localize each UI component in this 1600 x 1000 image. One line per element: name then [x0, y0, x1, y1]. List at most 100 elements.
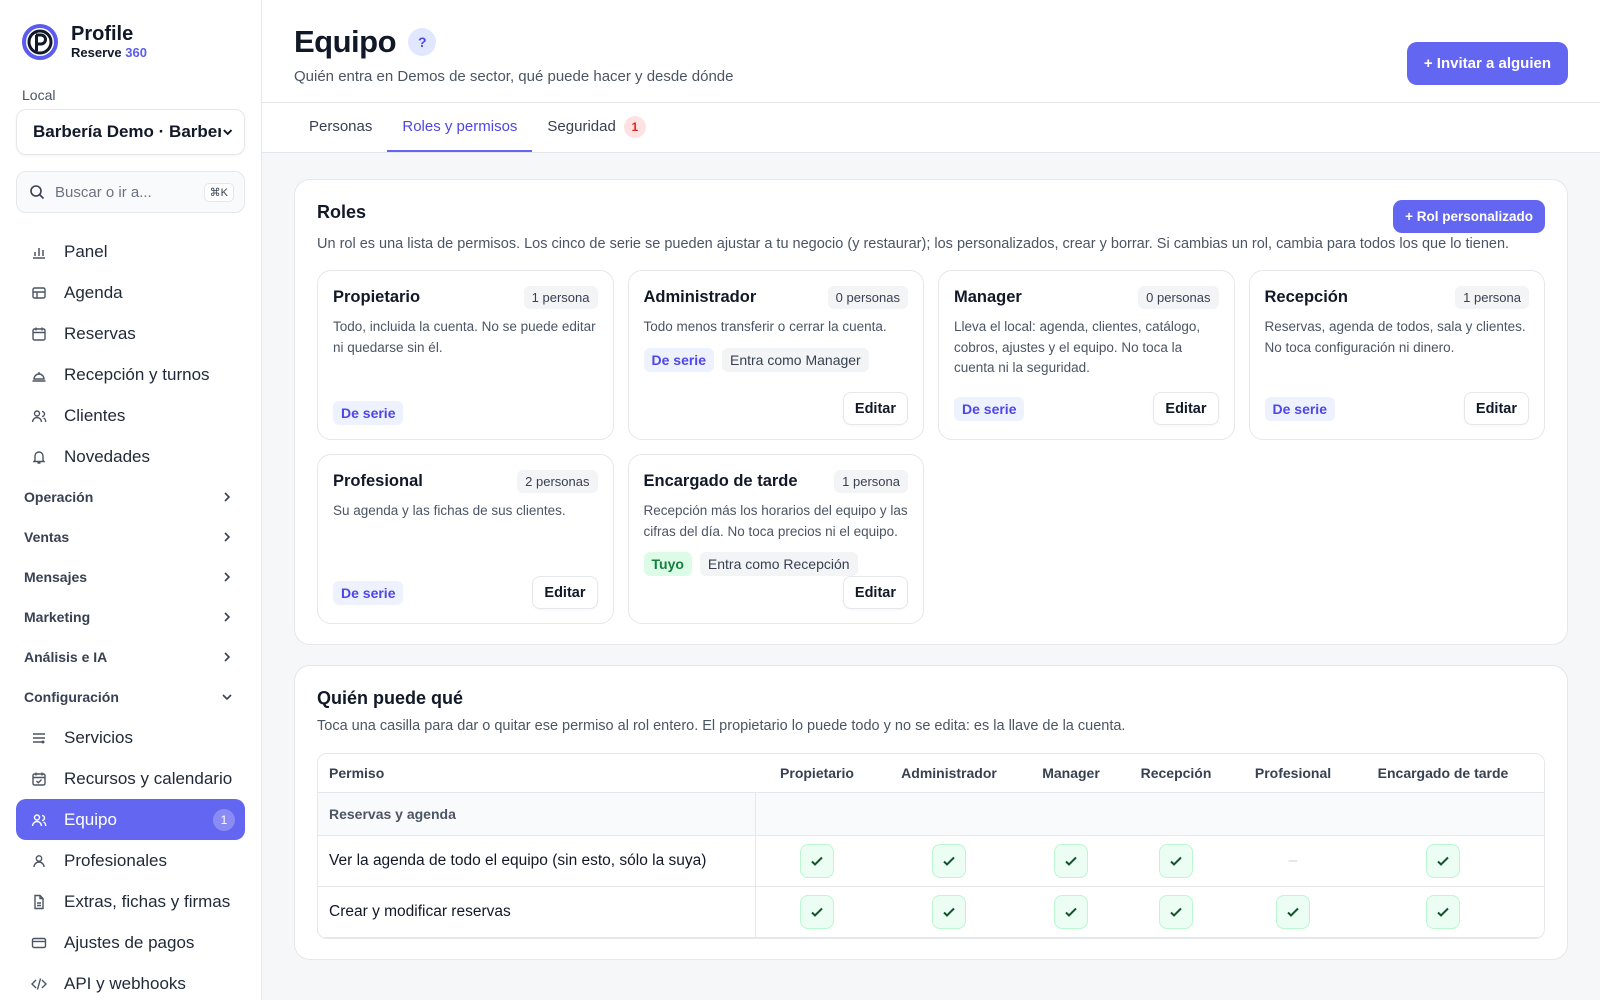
sidebar-item-clientes[interactable]: Clientes: [16, 395, 245, 436]
edit-role-button[interactable]: Editar: [842, 392, 908, 425]
check-icon: [1437, 907, 1449, 917]
sidebar-item-panel[interactable]: Panel: [16, 231, 245, 272]
permission-cell-administrador: [878, 887, 1020, 937]
tab-seguridad[interactable]: Seguridad 1: [532, 103, 660, 152]
sidebar-group-marketing[interactable]: Marketing: [16, 597, 245, 637]
sidebar-group-mensajes[interactable]: Mensajes: [16, 557, 245, 597]
column-header: Recepción: [1140, 765, 1212, 781]
role-count: 0 personas: [827, 286, 908, 309]
permission-checkbox[interactable]: [1054, 844, 1088, 878]
role-tags: Tuyo Entra como Recepción: [643, 552, 909, 576]
roles-grid: Propietario 1 persona Todo, incluida la c…: [317, 270, 1545, 624]
role-tag-enters-as: Entra como Recepción: [699, 552, 858, 576]
permission-cell-administrador: [878, 836, 1020, 886]
sidebar-item-recursos[interactable]: Recursos y calendario: [16, 758, 245, 799]
sidebar-item-reservas[interactable]: Reservas: [16, 313, 245, 354]
main: Equipo ? Quién entra en Demos de sector,…: [262, 0, 1600, 1000]
permission-checkbox[interactable]: [800, 895, 834, 929]
table-row: Ver la agenda de todo el equipo (sin est…: [318, 836, 1544, 887]
add-custom-role-button[interactable]: + Rol personalizado: [1393, 200, 1545, 233]
check-icon: [943, 856, 955, 866]
edit-role-button[interactable]: Editar: [1153, 392, 1219, 425]
tab-personas[interactable]: Personas: [294, 103, 387, 152]
user-icon: [30, 852, 48, 870]
permission-checkbox[interactable]: [932, 844, 966, 878]
role-name: Recepción: [1264, 288, 1348, 306]
sidebar-group-ventas[interactable]: Ventas: [16, 517, 245, 557]
permission-checkbox[interactable]: [1159, 844, 1193, 878]
sidebar-item-label: Agenda: [64, 282, 123, 302]
role-description: Todo, incluida la cuenta. No se puede ed…: [333, 319, 596, 355]
sidebar-item-agenda[interactable]: Agenda: [16, 272, 245, 313]
table-section-row: Reservas y agenda: [318, 793, 1544, 836]
permission-checkbox[interactable]: [1426, 844, 1460, 878]
role-name: Administrador: [643, 288, 757, 306]
role-description: Su agenda y las fichas de sus clientes.: [333, 503, 566, 518]
role-count: 2 personas: [517, 470, 598, 493]
sidebar: Profile Reserve 360 Local Barbería Demo …: [0, 0, 262, 1000]
edit-role-button[interactable]: Editar: [532, 576, 598, 609]
permission-checkbox[interactable]: [800, 844, 834, 878]
section-label: Reservas y agenda: [318, 793, 756, 835]
permission-checkbox[interactable]: [1276, 895, 1310, 929]
brand-name: Profile: [71, 23, 134, 45]
local-label: Local: [22, 87, 56, 103]
permission-cell-encargado-tarde: [1356, 836, 1530, 886]
sidebar-item-novedades[interactable]: Novedades: [16, 436, 245, 477]
sidebar-group-label: Operación: [24, 489, 94, 505]
page-subtitle: Quién entra en Demos de sector, qué pued…: [294, 68, 734, 85]
column-header: Permiso: [329, 765, 385, 781]
brand[interactable]: Profile Reserve 360: [16, 0, 245, 84]
sidebar-group-operacion[interactable]: Operación: [16, 477, 245, 517]
sidebar-item-profesionales[interactable]: Profesionales: [16, 840, 245, 881]
sidebar-item-pagos[interactable]: Ajustes de pagos: [16, 922, 245, 963]
sidebar-item-api[interactable]: API y webhooks: [16, 963, 245, 1000]
sidebar-item-servicios[interactable]: Servicios: [16, 717, 245, 758]
search-input[interactable]: Buscar o ir a... ⌘K: [16, 171, 245, 213]
role-name: Profesional: [333, 472, 423, 490]
column-header: Propietario: [780, 765, 854, 781]
role-tags: De serie Entra como Manager: [643, 347, 909, 372]
role-tag-serie: De serie: [1264, 396, 1335, 421]
permission-checkbox[interactable]: [932, 895, 966, 929]
role-tag-serie: De serie: [333, 580, 404, 605]
sidebar-group-configuracion[interactable]: Configuración: [16, 677, 245, 717]
role-count: 1 persona: [834, 470, 908, 493]
sidebar-group-analisis[interactable]: Análisis e IA: [16, 637, 245, 677]
role-name: Encargado de tarde: [643, 472, 798, 490]
content: Roles + Rol personalizado Un rol es una …: [262, 153, 1600, 960]
help-icon[interactable]: ?: [408, 28, 437, 56]
roles-title: Roles: [317, 202, 367, 222]
sidebar-item-label: API y webhooks: [64, 973, 186, 993]
sidebar-nav: Panel Agenda Reservas Recepción y turnos…: [16, 231, 245, 1000]
check-icon: [811, 907, 823, 917]
permission-none[interactable]: –: [1289, 852, 1298, 870]
edit-role-button[interactable]: Editar: [842, 576, 908, 609]
permission-cell-propietario: [756, 836, 878, 886]
sidebar-item-label: Panel: [64, 241, 108, 261]
sidebar-item-badge: 1: [213, 808, 235, 831]
sidebar-item-equipo[interactable]: Equipo 1: [16, 799, 245, 840]
sidebar-group-label: Mensajes: [24, 569, 88, 585]
chevron-down-icon: [222, 694, 232, 701]
users-icon: [30, 407, 48, 425]
permission-checkbox[interactable]: [1426, 895, 1460, 929]
role-card-profesional: Profesional 2 personas Su agenda y las fi…: [317, 454, 614, 624]
chevron-down-icon: [222, 129, 232, 136]
page-title-text: Equipo: [294, 24, 397, 59]
local-select[interactable]: Barbería Demo · Barberí: [16, 109, 245, 155]
card-icon: [30, 934, 48, 952]
logo-icon: [21, 23, 59, 61]
permission-cell-recepcion: [1122, 836, 1230, 886]
permission-checkbox[interactable]: [1159, 895, 1193, 929]
permissions-description: Toca una casilla para dar o quitar ese p…: [317, 718, 1126, 734]
check-icon: [1065, 856, 1077, 866]
bar-chart-icon: [30, 243, 48, 261]
permission-cell-profesional: [1230, 887, 1356, 937]
sidebar-item-extras[interactable]: Extras, fichas y firmas: [16, 881, 245, 922]
sidebar-item-recepcion[interactable]: Recepción y turnos: [16, 354, 245, 395]
edit-role-button[interactable]: Editar: [1463, 392, 1529, 425]
permission-checkbox[interactable]: [1054, 895, 1088, 929]
tab-roles-permisos[interactable]: Roles y permisos: [387, 103, 533, 152]
invite-button[interactable]: + Invitar a alguien: [1406, 42, 1568, 85]
